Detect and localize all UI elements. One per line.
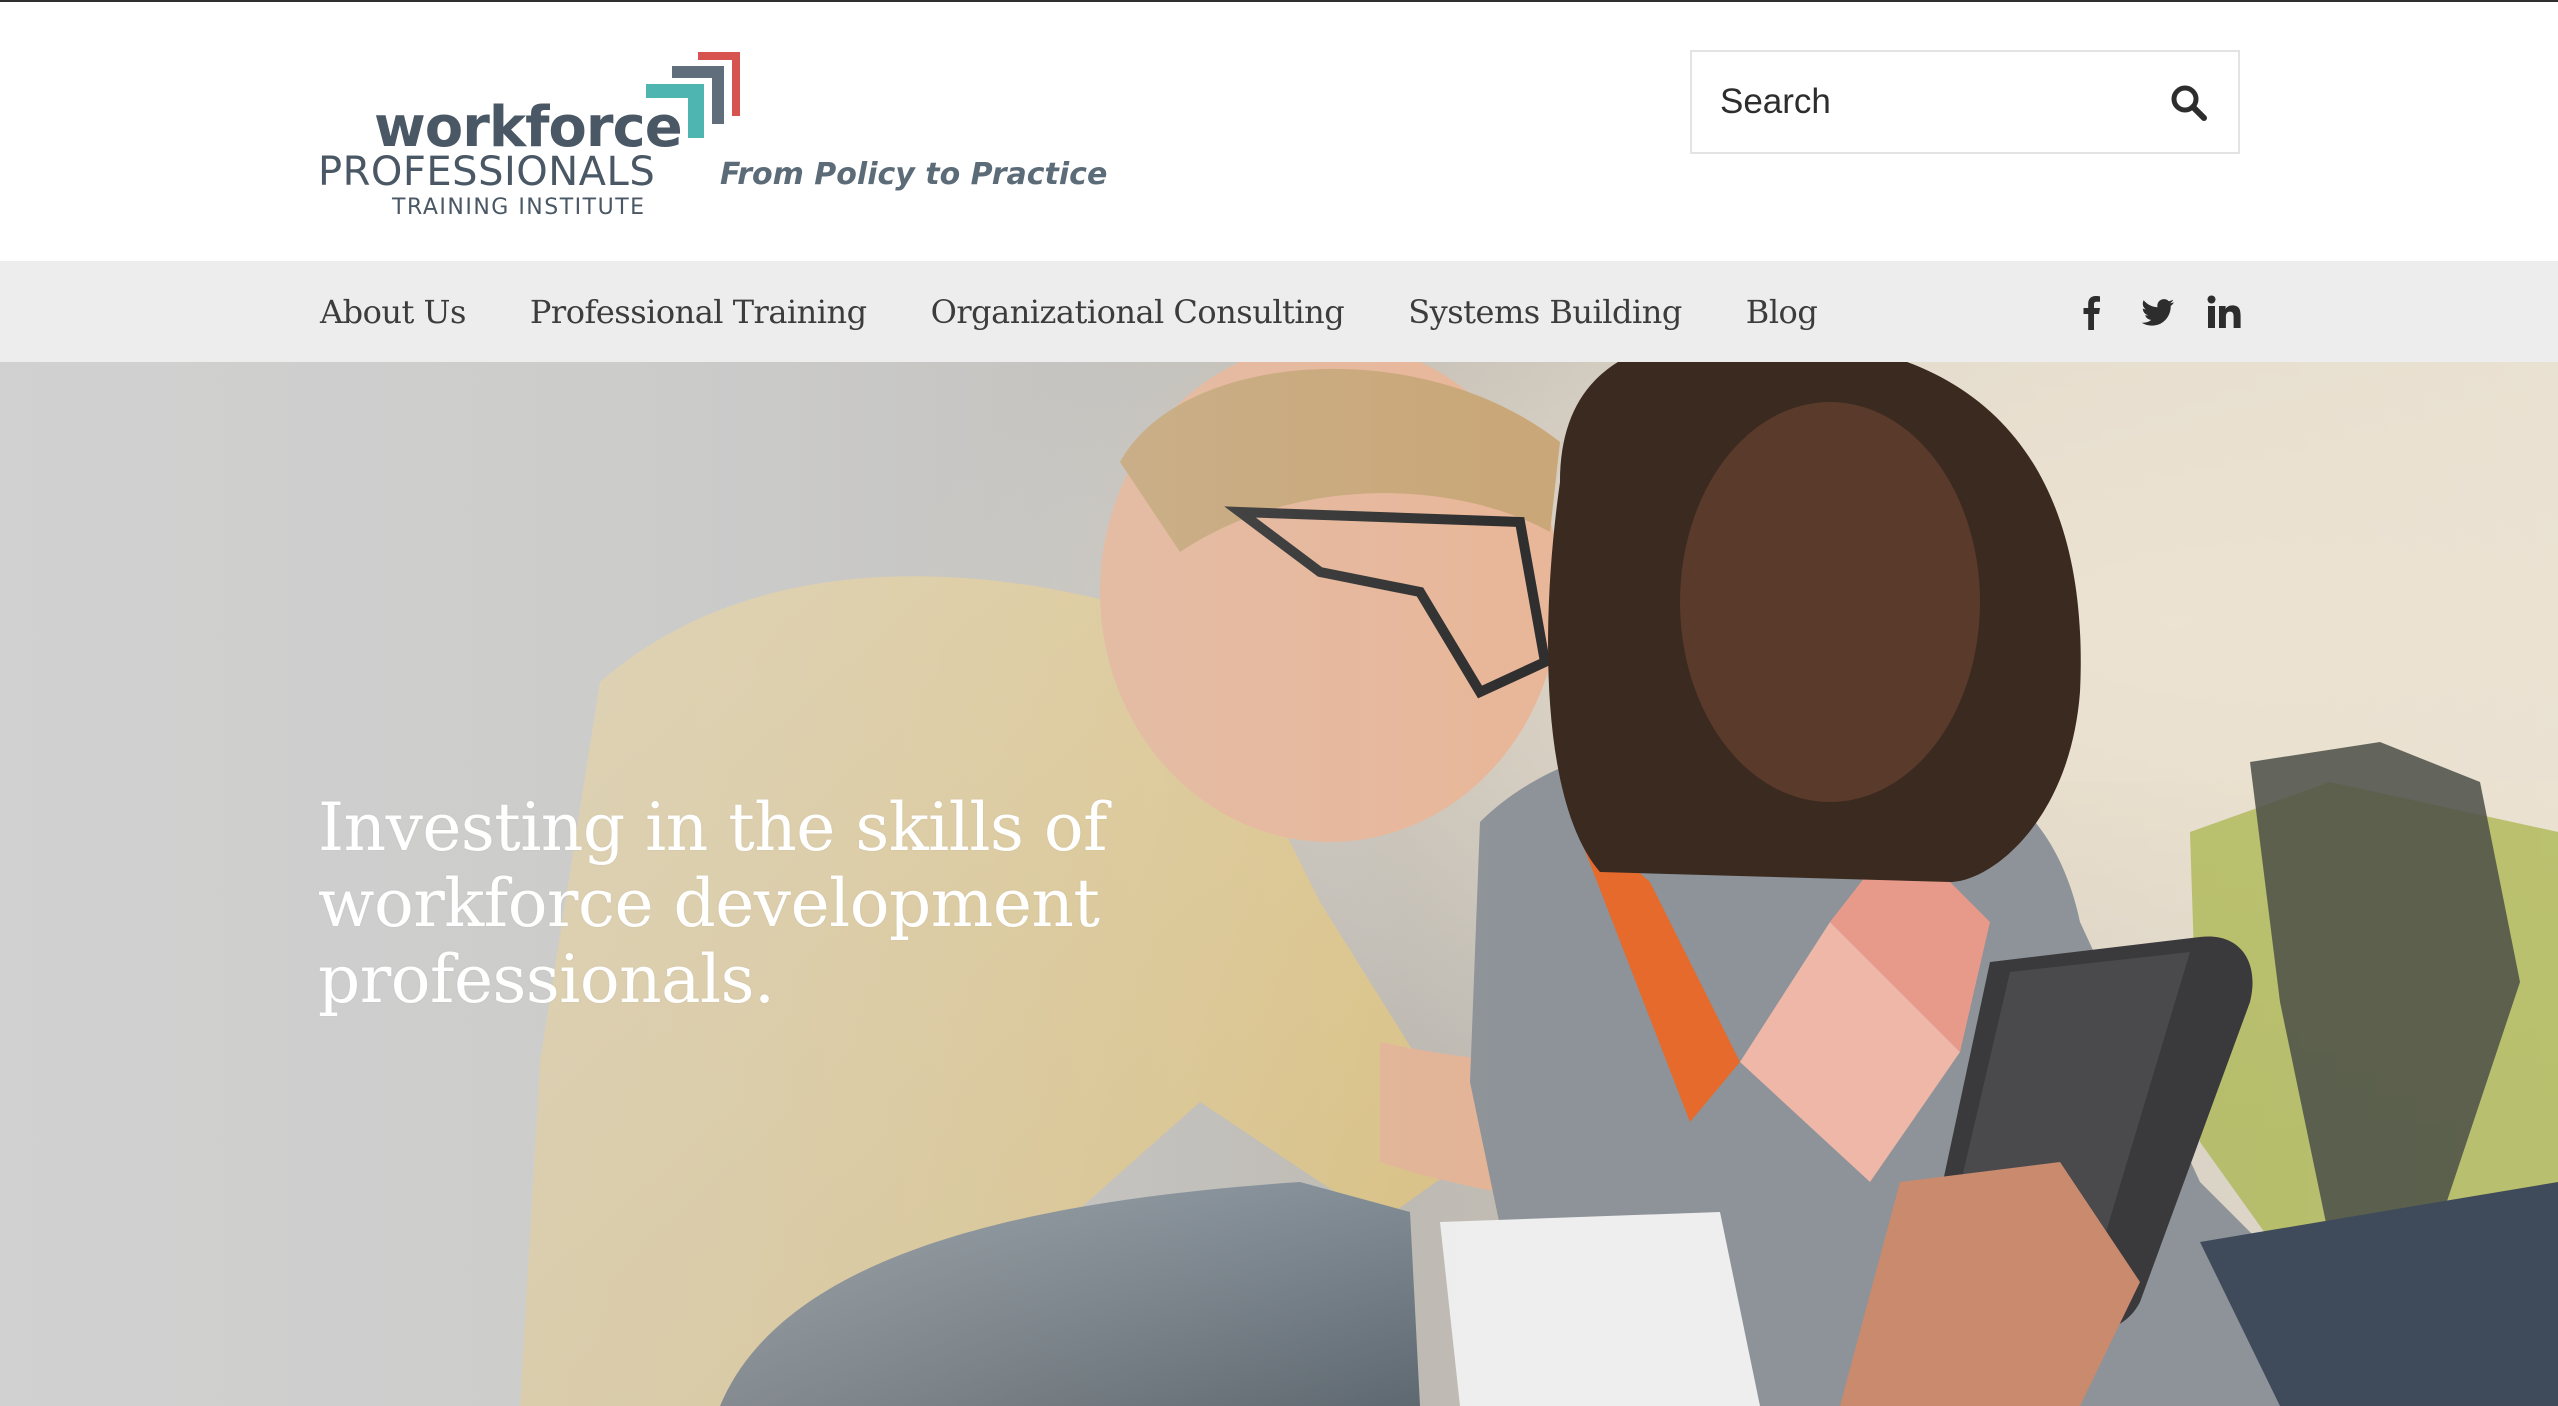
hero-banner: Investing in the skills of workforce dev… [0, 362, 2558, 1406]
nav-menu: About Us Professional Training Organizat… [320, 261, 1818, 362]
nav-item-professional-training[interactable]: Professional Training [530, 293, 867, 331]
site-logo[interactable]: workforce PROFESSIONALS TRAINING INSTITU… [318, 46, 1078, 226]
hero-title: Investing in the skills of workforce dev… [318, 789, 1108, 1018]
logo-subtitle: PROFESSIONALS [318, 149, 656, 195]
nav-item-organizational-consulting[interactable]: Organizational Consulting [931, 293, 1345, 331]
twitter-icon [2141, 298, 2174, 326]
search-icon [2171, 85, 2207, 121]
main-nav: About Us Professional Training Organizat… [0, 261, 2558, 362]
search-form [1690, 50, 2240, 154]
site-header: workforce PROFESSIONALS TRAINING INSTITU… [0, 2, 2558, 261]
nav-item-systems-building[interactable]: Systems Building [1408, 293, 1682, 331]
linkedin-link[interactable] [2206, 294, 2242, 330]
facebook-icon [2083, 295, 2100, 330]
linkedin-icon [2207, 295, 2241, 328]
logo-institute: TRAINING INSTITUTE [392, 195, 646, 220]
social-links [2074, 261, 2242, 362]
search-button[interactable] [2168, 82, 2210, 124]
twitter-link[interactable] [2140, 294, 2176, 330]
nav-item-blog[interactable]: Blog [1746, 293, 1818, 331]
facebook-link[interactable] [2074, 294, 2110, 330]
page: workforce PROFESSIONALS TRAINING INSTITU… [0, 0, 2558, 1406]
site-tagline: From Policy to Practice [720, 157, 1108, 192]
logo-wordmark: workforce [374, 95, 683, 160]
nav-item-about-us[interactable]: About Us [320, 293, 466, 331]
search-input[interactable] [1720, 74, 2140, 130]
